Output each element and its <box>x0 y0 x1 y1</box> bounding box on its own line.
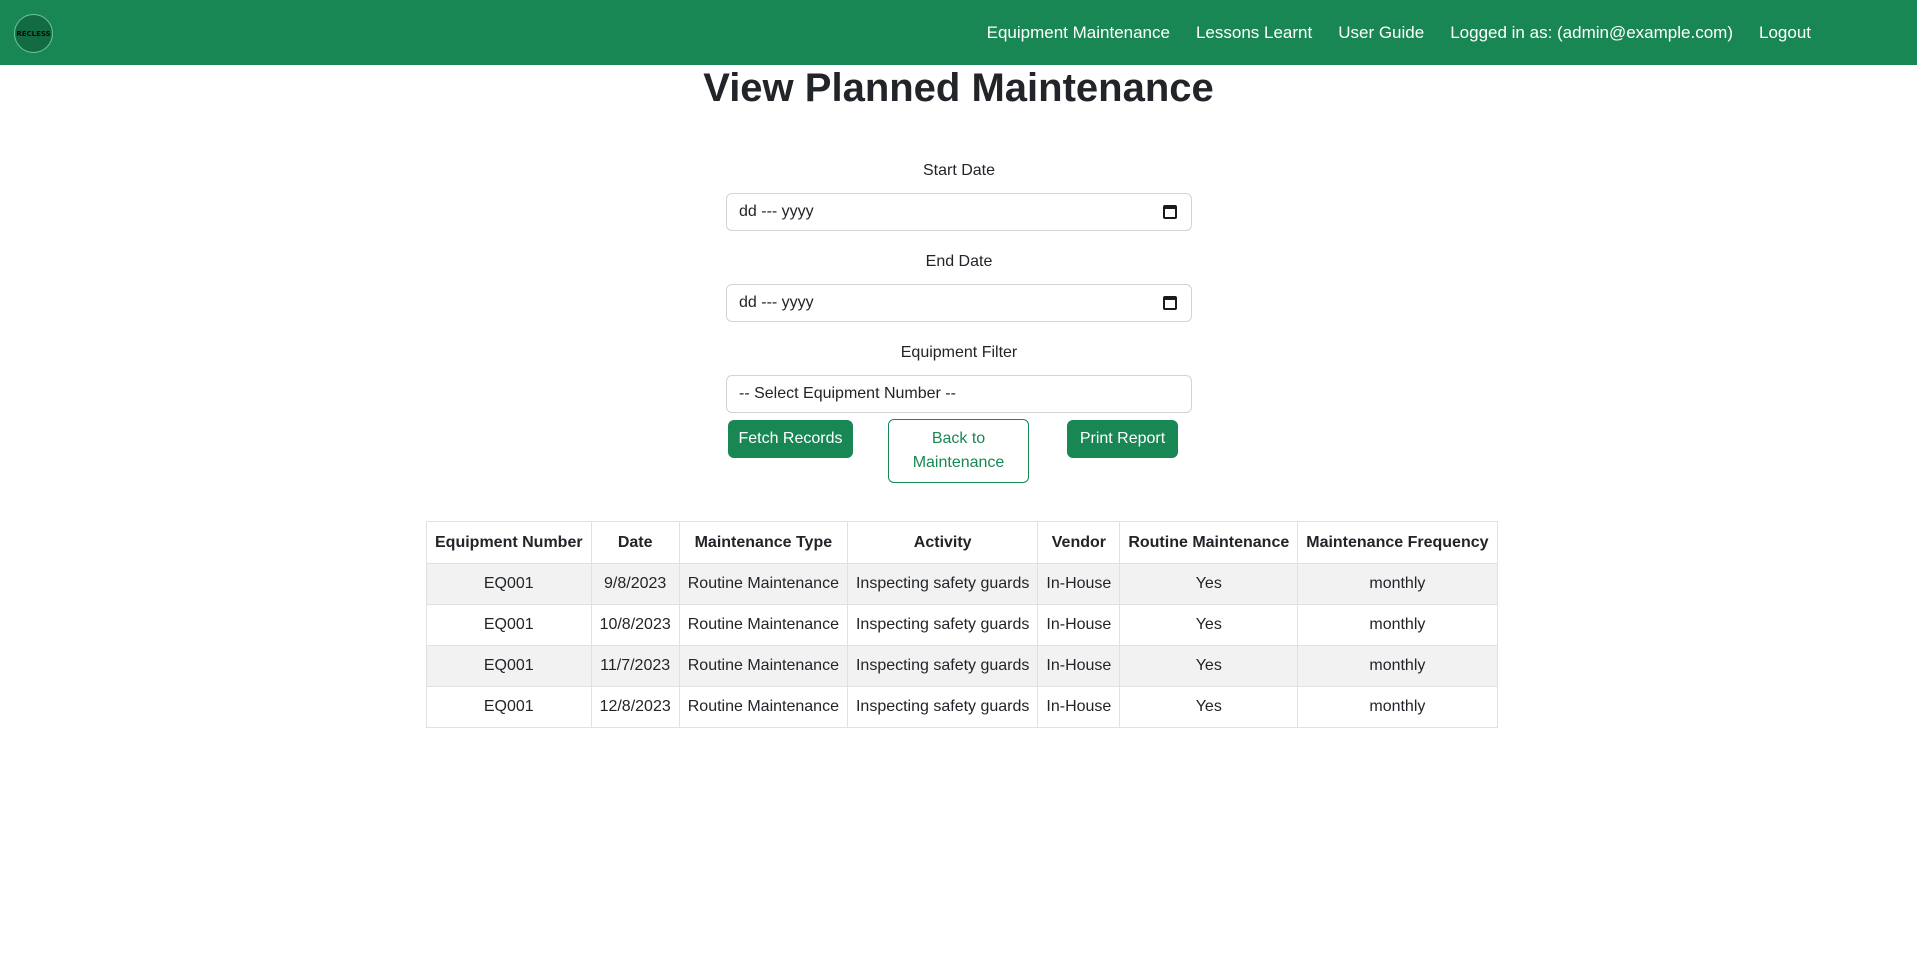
start-date-input[interactable]: dd --- yyyy <box>726 193 1192 231</box>
table-cell: EQ001 <box>426 604 592 646</box>
table-cell: Inspecting safety guards <box>846 645 1039 687</box>
table-cell: Routine Maintenance <box>678 604 848 646</box>
logged-in-user: Logged in as: (admin@example.com) <box>1450 22 1733 42</box>
end-date-input[interactable]: dd --- yyyy <box>726 284 1192 322</box>
table-cell: Routine Maintenance <box>678 563 848 605</box>
print-report-button[interactable]: Print Report <box>1067 420 1178 458</box>
table-cell: In-House <box>1037 604 1121 646</box>
table-cell: Routine Maintenance <box>678 686 848 728</box>
nav-link-equipment-maintenance[interactable]: Equipment Maintenance <box>987 23 1170 43</box>
action-buttons: Fetch Records Back to Maintenance Print … <box>728 419 1190 483</box>
table-cell: Inspecting safety guards <box>846 686 1039 728</box>
table-cell: In-House <box>1037 686 1121 728</box>
nav-link-lessons-learnt[interactable]: Lessons Learnt <box>1196 23 1312 43</box>
table-cell: monthly <box>1297 686 1498 728</box>
table-cell: Yes <box>1119 604 1299 646</box>
end-date-value: dd --- yyyy <box>739 294 814 311</box>
table-cell: monthly <box>1297 563 1498 605</box>
column-header: Activity <box>846 521 1039 564</box>
column-header: Date <box>590 521 680 564</box>
filter-form: Start Date dd --- yyyy End Date dd --- y… <box>726 160 1192 413</box>
table-cell: Yes <box>1119 645 1299 687</box>
table-cell: Yes <box>1119 686 1299 728</box>
table-header-row: Equipment Number Date Maintenance Type A… <box>426 521 1498 564</box>
end-date-label: End Date <box>925 253 993 270</box>
table-cell: Inspecting safety guards <box>846 563 1039 605</box>
back-button-line2: Maintenance <box>912 454 1005 471</box>
table-row: EQ001 9/8/2023 Routine Maintenance Inspe… <box>426 563 1498 605</box>
column-header: Maintenance Frequency <box>1297 521 1498 564</box>
table-cell: monthly <box>1297 604 1498 646</box>
maintenance-records-table: Equipment Number Date Maintenance Type A… <box>426 521 1498 728</box>
table-cell: In-House <box>1037 563 1121 605</box>
equipment-filter-label: Equipment Filter <box>900 344 1018 361</box>
equipment-filter-value: -- Select Equipment Number -- <box>739 385 956 402</box>
table-cell: EQ001 <box>426 563 592 605</box>
table-row: EQ001 11/7/2023 Routine Maintenance Insp… <box>426 645 1498 687</box>
table-cell: EQ001 <box>426 686 592 728</box>
column-header: Equipment Number <box>426 521 592 564</box>
logout-link[interactable]: Logout <box>1759 23 1811 43</box>
calendar-icon[interactable] <box>1163 205 1177 219</box>
calendar-icon[interactable] <box>1163 296 1177 310</box>
table-cell: 9/8/2023 <box>590 563 680 605</box>
fetch-records-button[interactable]: Fetch Records <box>728 420 853 458</box>
table-cell: In-House <box>1037 645 1121 687</box>
table-cell: Routine Maintenance <box>678 645 848 687</box>
table-cell: 12/8/2023 <box>590 686 680 728</box>
start-date-label: Start Date <box>922 162 996 179</box>
page-title: View Planned Maintenance <box>703 66 1214 110</box>
table-cell: monthly <box>1297 645 1498 687</box>
table-cell: EQ001 <box>426 645 592 687</box>
table-cell: 10/8/2023 <box>590 604 680 646</box>
equipment-filter-select[interactable]: -- Select Equipment Number -- <box>726 375 1192 413</box>
table-row: EQ001 12/8/2023 Routine Maintenance Insp… <box>426 686 1498 728</box>
column-header: Maintenance Type <box>678 521 848 564</box>
logo-text: RECLESS <box>16 29 51 38</box>
table-cell: Inspecting safety guards <box>846 604 1039 646</box>
column-header: Routine Maintenance <box>1119 521 1299 564</box>
top-navbar: RECLESS Equipment Maintenance Lessons Le… <box>0 0 1917 65</box>
table-cell: Yes <box>1119 563 1299 605</box>
logo[interactable]: RECLESS <box>14 14 53 53</box>
table-row: EQ001 10/8/2023 Routine Maintenance Insp… <box>426 604 1498 646</box>
back-button-line1: Back to <box>931 430 986 447</box>
column-header: Vendor <box>1037 521 1121 564</box>
back-to-maintenance-button[interactable]: Back to Maintenance <box>888 419 1029 483</box>
start-date-value: dd --- yyyy <box>739 203 814 220</box>
nav-link-user-guide[interactable]: User Guide <box>1338 23 1424 43</box>
nav-links: Equipment Maintenance Lessons Learnt Use… <box>961 0 1811 65</box>
table-cell: 11/7/2023 <box>590 645 680 687</box>
